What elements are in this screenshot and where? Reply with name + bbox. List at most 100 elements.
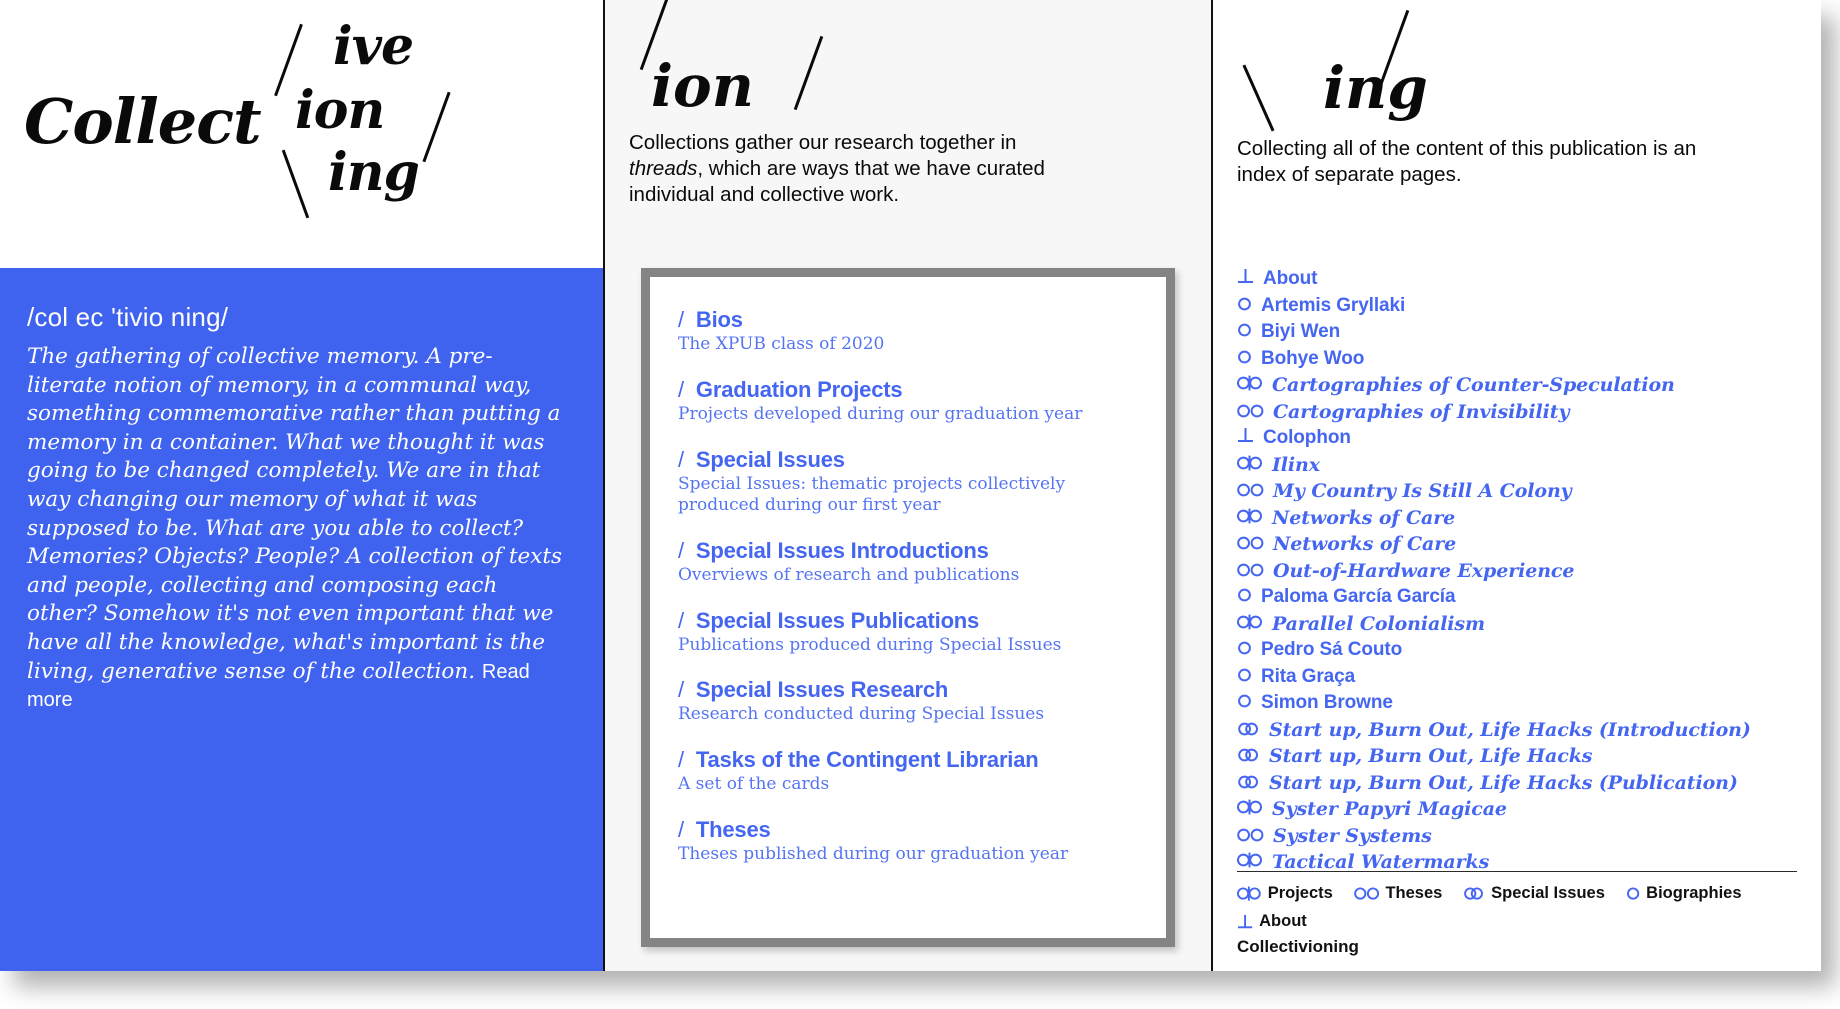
index-item-label: Bohye Woo xyxy=(1261,347,1365,369)
legend-label: Projects xyxy=(1267,884,1333,902)
index-item[interactable]: Bohye Woo xyxy=(1237,348,1797,370)
index-item[interactable]: Syster Papyri Magicae xyxy=(1237,798,1797,820)
index-item[interactable]: Start up, Burn Out, Life Hacks (Publicat… xyxy=(1237,772,1797,794)
index-item[interactable]: About xyxy=(1237,268,1797,290)
thread-description: Projects developed during our graduation… xyxy=(678,403,1083,424)
index-item-label: My Country Is Still A Colony xyxy=(1273,480,1572,502)
thread-description: Theses published during our graduation y… xyxy=(678,844,1069,865)
collection-intro-emphasis: threads xyxy=(629,157,698,181)
index-item[interactable]: Tactical Watermarks xyxy=(1237,851,1797,871)
two-circles-icon xyxy=(1237,562,1264,577)
index-item[interactable]: Syster Systems xyxy=(1237,825,1797,847)
index-item-label: Pedro Sá Couto xyxy=(1261,639,1403,660)
thread-item[interactable]: / Special Issues Publications Publications… xyxy=(678,608,1140,656)
two-circles-icon xyxy=(1354,886,1380,901)
index-item-label: Artemis Gryllaki xyxy=(1261,294,1406,316)
thread-item[interactable]: / Tasks of the Contingent Librarian A set … xyxy=(678,747,1140,795)
index-item[interactable]: Out-of-Hardware Experience xyxy=(1237,560,1797,582)
thread-title: Graduation Projects xyxy=(695,376,903,402)
index-item[interactable]: Paloma García García xyxy=(1237,586,1797,608)
thread-title: Tasks of the Contingent Librarian xyxy=(695,747,1039,773)
thread-title: Special Issues Research xyxy=(695,677,949,703)
index-item[interactable]: Rita Graça xyxy=(1237,666,1797,688)
single-circle-icon xyxy=(1626,886,1640,901)
thread-title: Special Issues xyxy=(695,446,845,472)
threads-frame: / Bios The XPUB class of 2020/Graduation P… xyxy=(641,268,1175,947)
slash-icon: / xyxy=(678,307,684,332)
index-item[interactable]: Start up, Burn Out, Life Hacks (Introduc… xyxy=(1237,719,1797,741)
thread-item[interactable]: / Theses Theses published during our gradu… xyxy=(678,817,1140,865)
thread-item[interactable]: / Bios The XPUB class of 2020 xyxy=(678,307,1140,355)
thread-title-row[interactable]: / Tasks of the Contingent Librarian xyxy=(678,747,1140,773)
thread-description: Special Issues: thematic projects collec… xyxy=(678,473,1066,515)
logo-suffix-ing: ing xyxy=(328,142,420,203)
collection-header: ion Collections gather our research toge… xyxy=(629,0,1189,268)
legend-item[interactable]: Projects xyxy=(1237,884,1333,903)
thread-item[interactable]: / Special Issues Special Issues: thematic … xyxy=(678,447,1140,516)
index-item[interactable]: Ilinx xyxy=(1237,454,1797,476)
index-item[interactable]: Cartographies of Invisibility xyxy=(1237,401,1797,423)
two-circles-icon xyxy=(1237,827,1264,842)
index-item[interactable]: Colophon xyxy=(1237,427,1797,449)
phonetic-transcription: /col ec 'tivio ning/ xyxy=(27,302,229,332)
index-item[interactable]: Start up, Burn Out, Life Hacks xyxy=(1237,745,1797,767)
index-item[interactable]: Pedro Sá Couto xyxy=(1237,639,1797,661)
single-circle-icon xyxy=(1237,349,1252,364)
overlapping-circles-icon xyxy=(1237,747,1260,762)
slash-icon: / xyxy=(678,747,684,773)
logotype-panel: Collect ive ion ing xyxy=(0,0,603,268)
collecting-heading: ing xyxy=(1323,54,1428,122)
column-collective: Collect ive ion ing /col ec 'tivio ning/… xyxy=(0,0,605,971)
thread-item[interactable]: / Graduation Projects Projects developed d… xyxy=(678,377,1140,425)
index-item[interactable]: Networks of Care xyxy=(1237,533,1797,555)
index-item-label: Networks of Care xyxy=(1272,506,1456,529)
thread-title: Special Issues Publications xyxy=(695,607,980,633)
thread-title-row[interactable]: / Special Issues xyxy=(678,447,1140,473)
thread-title: Theses xyxy=(695,817,771,843)
legend-item[interactable]: Biographies xyxy=(1626,884,1742,903)
thread-title-row[interactable]: / Special Issues Introductions xyxy=(678,538,1140,564)
legend-item[interactable]: Special Issues xyxy=(1463,884,1605,903)
index-item-label: Parallel Colonialism xyxy=(1272,612,1486,635)
index-item-label: About xyxy=(1263,268,1318,289)
thread-title-row[interactable]: / Special Issues Publications xyxy=(678,608,1140,634)
thread-title-row[interactable]: / Graduation Projects xyxy=(678,377,1140,403)
legend-item[interactable]: Theses xyxy=(1354,884,1442,903)
circle-bar-circle-icon xyxy=(1237,375,1263,391)
single-circle-icon xyxy=(1237,296,1252,311)
collection-intro-before: Collections gather our research together… xyxy=(629,131,1017,154)
circle-bar-circle-icon xyxy=(1237,508,1263,524)
slash-icon: / xyxy=(678,677,684,703)
index-item-label: Rita Graça xyxy=(1261,665,1356,687)
legend-item[interactable]: About xyxy=(1237,912,1307,931)
footer: Projects Theses Special Issues Biographi… xyxy=(1237,871,1797,971)
thread-item[interactable]: / Special Issues Introductions Overviews o… xyxy=(678,538,1140,586)
logo-stem: Collect xyxy=(24,85,262,158)
index-item[interactable]: Cartographies of Counter-Speculation xyxy=(1237,374,1797,396)
single-circle-icon xyxy=(1237,693,1252,708)
index-item-label: Paloma García García xyxy=(1261,586,1456,607)
definition-panel: /col ec 'tivio ning/ The gathering of co… xyxy=(0,268,603,971)
column-collecting: ing Collecting all of the content of thi… xyxy=(1213,0,1821,971)
logotype: Collect ive ion ing xyxy=(0,0,603,268)
definition-text: The gathering of collective memory. A pr… xyxy=(27,343,569,715)
index-item[interactable]: My Country Is Still A Colony xyxy=(1237,480,1797,502)
thread-description: Publications produced during Special Iss… xyxy=(678,634,1062,655)
index-item[interactable]: Artemis Gryllaki xyxy=(1237,295,1797,317)
index-item[interactable]: Parallel Colonialism xyxy=(1237,613,1797,635)
index-item-label: Start up, Burn Out, Life Hacks (Publicat… xyxy=(1269,771,1738,794)
logo-slash-mid-icon xyxy=(422,91,451,163)
thread-title-row[interactable]: / Special Issues Research xyxy=(678,677,1140,703)
thread-description: Research conducted during Special Issues xyxy=(678,704,1045,725)
index-item[interactable]: Biyi Wen xyxy=(1237,321,1797,343)
index-item[interactable]: Simon Browne xyxy=(1237,692,1797,714)
overlapping-circles-icon xyxy=(1237,774,1260,789)
thread-title-row[interactable]: / Theses xyxy=(678,817,1140,843)
collection-intro: Collections gather our research together… xyxy=(629,130,1079,209)
site-name: Collectivioning xyxy=(1237,937,1359,956)
index-item-label: Syster Systems xyxy=(1273,824,1432,847)
thread-title-row[interactable]: / Bios xyxy=(678,307,1140,333)
thread-item[interactable]: / Special Issues Research Research conduct… xyxy=(678,677,1140,725)
index-item[interactable]: Networks of Care xyxy=(1237,507,1797,529)
slash-icon: / xyxy=(678,537,684,563)
